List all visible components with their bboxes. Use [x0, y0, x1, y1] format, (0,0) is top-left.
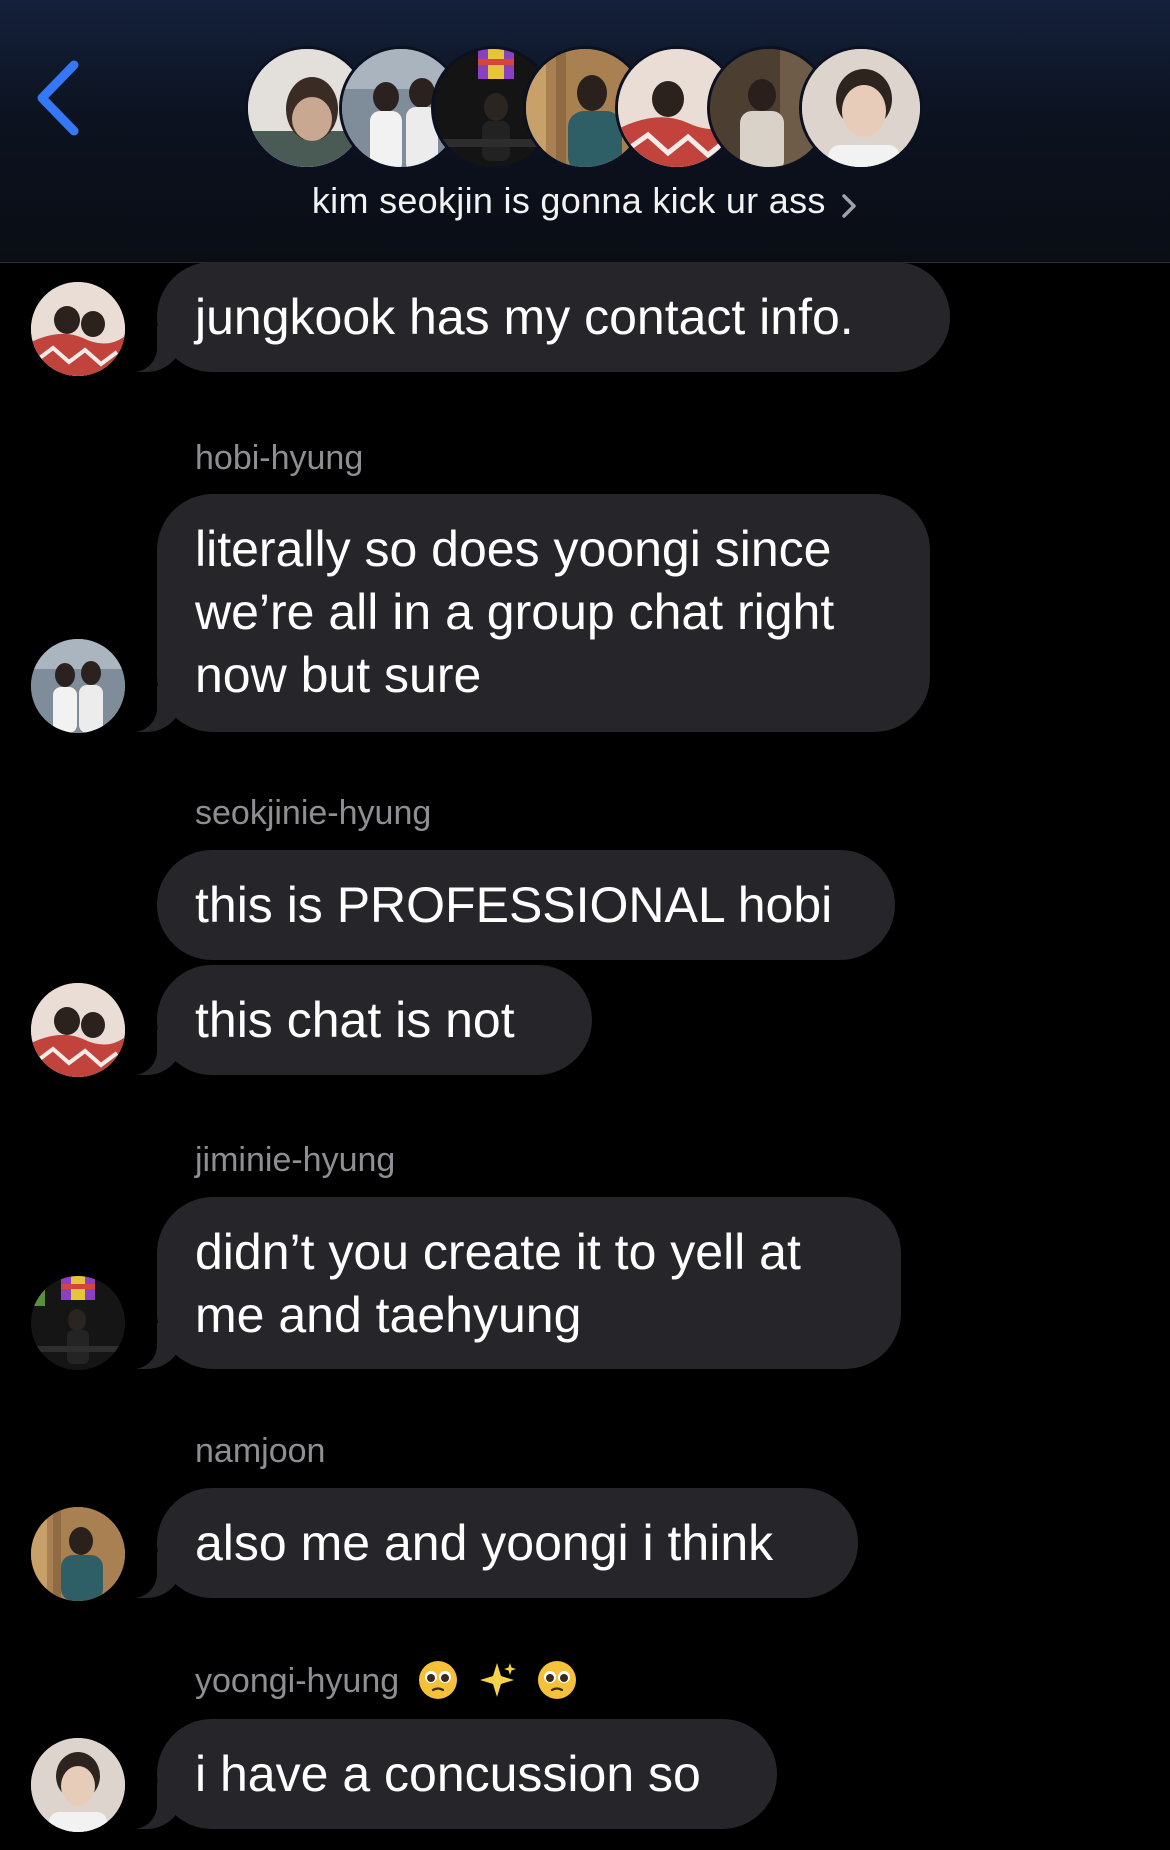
avatar[interactable] [31, 282, 125, 376]
chevron-left-icon [37, 60, 79, 136]
message-text: also me and yoongi i think [195, 1515, 774, 1571]
pleading-face-emoji [418, 1661, 457, 1700]
sender-name: seokjinie-hyung [195, 794, 432, 832]
sender-name-text: yoongi-hyung [195, 1662, 400, 1700]
avatar[interactable] [31, 639, 125, 733]
message-text: this chat is not [195, 992, 515, 1048]
message-text: jungkook has my contact info. [195, 289, 854, 345]
message-text: didn’t you create it to yell at me and t… [195, 1224, 801, 1343]
message-bubble[interactable]: this is PROFESSIONAL hobi [157, 850, 895, 960]
message-bubble[interactable]: literally so does yoongi since we’re all… [123, 494, 930, 732]
sender-name: hobi-hyung [195, 439, 364, 477]
back-button[interactable] [30, 55, 100, 145]
sender-name: yoongi-hyung [195, 1661, 578, 1704]
message-bubble[interactable]: this chat is not [123, 965, 592, 1075]
group-avatars[interactable] [245, 46, 945, 172]
sparkles-emoji [480, 1663, 517, 1698]
message-text: i have a concussion so [195, 1746, 701, 1802]
avatar[interactable] [31, 1738, 125, 1832]
avatar[interactable] [31, 983, 125, 1077]
pleading-face-emoji [537, 1661, 576, 1700]
chevron-right-icon [842, 194, 856, 218]
message-bubble[interactable]: jungkook has my contact info. [123, 262, 950, 372]
sender-name: jiminie-hyung [195, 1141, 396, 1179]
message-bubble[interactable]: didn’t you create it to yell at me and t… [123, 1197, 901, 1369]
message-bubble[interactable]: i have a concussion so [123, 1719, 777, 1829]
message-bubble[interactable]: also me and yoongi i think [123, 1488, 858, 1598]
message-text: literally so does yoongi since we’re all… [195, 521, 835, 703]
group-avatar [799, 46, 923, 170]
avatar[interactable] [31, 1276, 125, 1370]
chat-title-button[interactable]: kim seokjin is gonna kick ur ass [0, 180, 1170, 223]
chat-title: kim seokjin is gonna kick ur ass [311, 180, 826, 221]
chat-header: kim seokjin is gonna kick ur ass [0, 0, 1170, 263]
message-text: this is PROFESSIONAL hobi [195, 877, 833, 933]
avatar[interactable] [31, 1507, 125, 1601]
sender-name: namjoon [195, 1432, 326, 1470]
